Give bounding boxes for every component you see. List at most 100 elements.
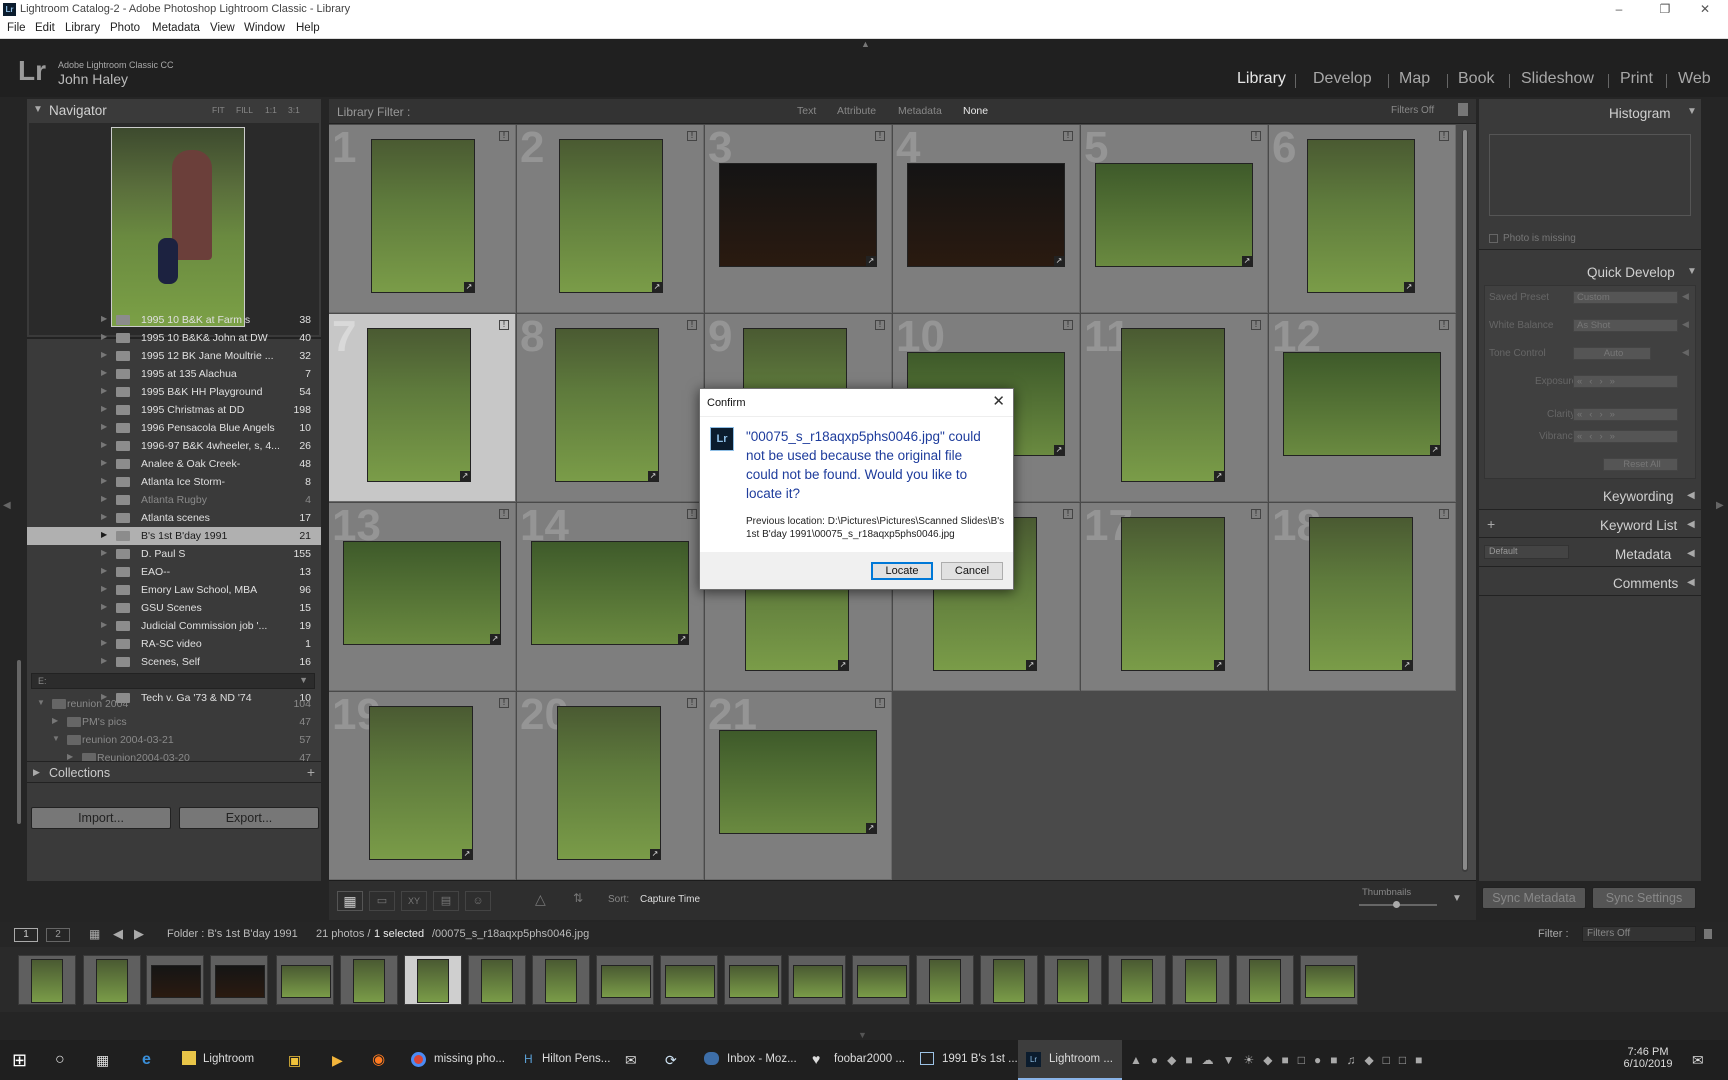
taskbar-chrome[interactable]: missing pho... <box>409 1040 509 1080</box>
folder-row[interactable]: ▶ 1996 Pensacola Blue Angels 10 <box>27 419 321 437</box>
filter-tab-metadata[interactable]: Metadata <box>898 105 942 117</box>
people-view-icon[interactable]: ☺ <box>465 891 491 911</box>
folder-expand-icon[interactable]: ▶ <box>101 422 107 431</box>
edge-icon[interactable]: e <box>142 1040 162 1080</box>
filter-tab-none[interactable]: None <box>963 105 988 117</box>
photo-thumbnail[interactable] <box>343 541 501 645</box>
folder-expand-icon[interactable]: ▶ <box>101 548 107 557</box>
photo-thumbnail[interactable] <box>367 328 471 482</box>
grid-cell[interactable]: 1! ↗ <box>329 125 516 313</box>
thumbnail-size-handle[interactable] <box>1393 901 1400 908</box>
filmstrip-thumb[interactable] <box>146 955 204 1005</box>
folder-row[interactable]: ▶ 1995 Christmas at DD 198 <box>27 401 321 419</box>
missing-file-icon[interactable]: ! <box>499 320 509 330</box>
missing-file-icon[interactable]: ! <box>687 698 697 708</box>
nav-zoom-fill[interactable]: FILL <box>236 105 253 115</box>
minimize-button[interactable]: – <box>1596 0 1642 20</box>
module-slideshow[interactable]: Slideshow <box>1521 70 1594 88</box>
module-library[interactable]: Library <box>1237 70 1286 88</box>
folder-expand-icon[interactable]: ▶ <box>67 752 73 761</box>
dialog-close-button[interactable]: ✕ <box>992 392 1005 410</box>
clarity-stepper[interactable]: «‹›» <box>1573 408 1678 421</box>
missing-file-icon[interactable]: ! <box>687 320 697 330</box>
grid-cell[interactable]: 13! ↗ <box>329 503 516 691</box>
grid-cell[interactable]: 19! ↗ <box>329 692 516 880</box>
missing-file-icon[interactable]: ! <box>1439 131 1449 141</box>
edit-badge-icon[interactable]: ↗ <box>464 282 474 292</box>
folder-row[interactable]: ▶ B's 1st B'day 1991 21 <box>27 527 321 545</box>
subfolder-row[interactable]: ▶ PM's pics 47 <box>27 713 321 731</box>
missing-file-icon[interactable]: ! <box>499 509 509 519</box>
sync-metadata-button[interactable]: Sync Metadata <box>1482 887 1586 909</box>
sort-select[interactable]: Capture Time <box>640 894 700 905</box>
folder-row[interactable]: ▶ Atlanta scenes 17 <box>27 509 321 527</box>
saved-preset-select[interactable]: Custom <box>1573 291 1678 304</box>
folder-row[interactable]: ▶ 1995 B&K HH Playground 54 <box>27 383 321 401</box>
missing-file-icon[interactable]: ! <box>875 320 885 330</box>
update-icon[interactable]: ⟳ <box>665 1040 685 1080</box>
folder-row[interactable]: ▶ Emory Law School, MBA 96 <box>27 581 321 599</box>
photo-thumbnail[interactable] <box>1309 517 1413 671</box>
filmstrip-thumb[interactable] <box>788 955 846 1005</box>
edit-badge-icon[interactable]: ↗ <box>1026 660 1036 670</box>
toolbar-menu-icon[interactable]: ▼ <box>1452 893 1462 904</box>
photo-thumbnail[interactable] <box>719 730 877 834</box>
photo-thumbnail[interactable] <box>1283 352 1441 456</box>
selected-filename[interactable]: /00075_s_r18aqxp5phs0046.jpg <box>432 928 589 940</box>
metadata-expand-icon[interactable]: ◀ <box>1687 548 1695 559</box>
photo-thumbnail[interactable] <box>369 706 473 860</box>
missing-file-icon[interactable]: ! <box>1251 320 1261 330</box>
keywording-expand-icon[interactable]: ◀ <box>1687 490 1695 501</box>
grid-cell[interactable]: 2! ↗ <box>517 125 704 313</box>
edit-badge-icon[interactable]: ↗ <box>652 282 662 292</box>
keyword-list-title[interactable]: Keyword List <box>1600 518 1677 533</box>
grid-cell[interactable]: 4! ↗ <box>893 125 1080 313</box>
folder-expand-icon[interactable]: ▶ <box>101 440 107 449</box>
folder-row[interactable]: ▶ GSU Scenes 15 <box>27 599 321 617</box>
edit-badge-icon[interactable]: ↗ <box>1054 256 1064 266</box>
filmstrip-thumb[interactable] <box>340 955 398 1005</box>
folder-row[interactable]: ▶ 1995 12 BK Jane Moultrie ... 32 <box>27 347 321 365</box>
metadata-preset-select[interactable]: Default <box>1484 545 1569 559</box>
subfolder-row[interactable]: ▼ reunion 2004 104 <box>27 695 321 713</box>
folder-row[interactable]: ▶ Scenes, Self 16 <box>27 653 321 671</box>
import-button[interactable]: Import... <box>31 807 171 829</box>
locate-button[interactable]: Locate <box>871 562 933 580</box>
menu-help[interactable]: Help <box>296 22 320 34</box>
filmstrip-thumb[interactable] <box>660 955 718 1005</box>
second-window-button[interactable]: 2 <box>46 928 70 942</box>
missing-file-icon[interactable]: ! <box>1063 509 1073 519</box>
folder-row[interactable]: ▶ EAO-- 13 <box>27 563 321 581</box>
photo-thumbnail[interactable] <box>1307 139 1415 293</box>
edit-badge-icon[interactable]: ↗ <box>1214 660 1224 670</box>
edit-badge-icon[interactable]: ↗ <box>1402 660 1412 670</box>
folder-expand-icon[interactable]: ▶ <box>101 386 107 395</box>
sort-direction-icon[interactable]: ⇅ <box>573 891 583 905</box>
grid-cell[interactable]: 7! ↗ <box>329 314 516 502</box>
photo-thumbnail[interactable] <box>907 163 1065 267</box>
photo-thumbnail[interactable] <box>557 706 661 860</box>
folder-expand-icon[interactable]: ▶ <box>101 404 107 413</box>
cancel-button[interactable]: Cancel <box>941 562 1003 580</box>
vibrance-stepper[interactable]: «‹›» <box>1573 430 1678 443</box>
notifications-icon[interactable]: ✉ <box>1692 1040 1716 1080</box>
subfolder-row[interactable]: ▼ reunion 2004-03-21 57 <box>27 731 321 749</box>
missing-file-icon[interactable]: ! <box>687 131 697 141</box>
back-arrow-icon[interactable]: ◀ <box>113 926 123 942</box>
filmstrip-thumb[interactable] <box>1236 955 1294 1005</box>
bottom-panel-toggle-icon[interactable]: ▼ <box>858 1030 867 1040</box>
menu-metadata[interactable]: Metadata <box>152 22 200 34</box>
taskbar-lightroom[interactable]: Lr Lightroom ... <box>1018 1040 1122 1080</box>
sync-settings-button[interactable]: Sync Settings <box>1592 887 1696 909</box>
folder-expand-icon[interactable]: ▼ <box>37 698 45 707</box>
filmstrip-thumb[interactable] <box>210 955 268 1005</box>
thumbnail-size-slider[interactable] <box>1359 901 1437 908</box>
folder-expand-icon[interactable]: ▶ <box>101 584 107 593</box>
missing-file-icon[interactable]: ! <box>1063 131 1073 141</box>
module-book[interactable]: Book <box>1458 70 1494 88</box>
nav-zoom-fit[interactable]: FIT <box>212 105 225 115</box>
edit-badge-icon[interactable]: ↗ <box>490 634 500 644</box>
loupe-view-icon[interactable]: ▭ <box>369 891 395 911</box>
grid-cell[interactable]: 14! ↗ <box>517 503 704 691</box>
menu-window[interactable]: Window <box>244 22 285 34</box>
